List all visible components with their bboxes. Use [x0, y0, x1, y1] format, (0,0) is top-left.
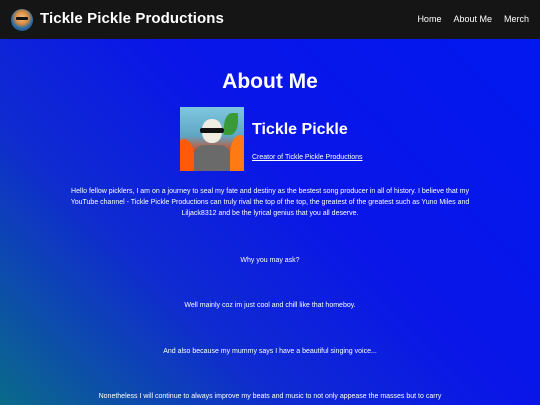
question-paragraph: Why you may ask? — [240, 257, 300, 264]
nav-about-me[interactable]: About Me — [453, 14, 492, 24]
channel-logo-icon[interactable] — [11, 9, 33, 31]
nav-merch[interactable]: Merch — [504, 14, 529, 24]
top-navbar: Tickle Pickle Productions Home About Me … — [0, 0, 540, 39]
reason-paragraph: Well mainly coz im just cool and chill l… — [184, 302, 356, 309]
intro-paragraph: Hello fellow picklers, I am on a journey… — [70, 188, 470, 217]
mummy-paragraph: And also because my mummy says I have a … — [163, 348, 377, 355]
main-nav: Home About Me Merch — [417, 14, 529, 24]
nav-home[interactable]: Home — [417, 14, 441, 24]
profile-name: Tickle Pickle — [252, 121, 348, 138]
closing-paragraph: Nonetheless I will continue to always im… — [98, 393, 442, 400]
profile-portrait — [180, 107, 244, 171]
site-title[interactable]: Tickle Pickle Productions — [40, 10, 224, 27]
page-title: About Me — [222, 70, 318, 93]
creator-link[interactable]: Creator of Tickle Pickle Productions — [252, 154, 363, 161]
